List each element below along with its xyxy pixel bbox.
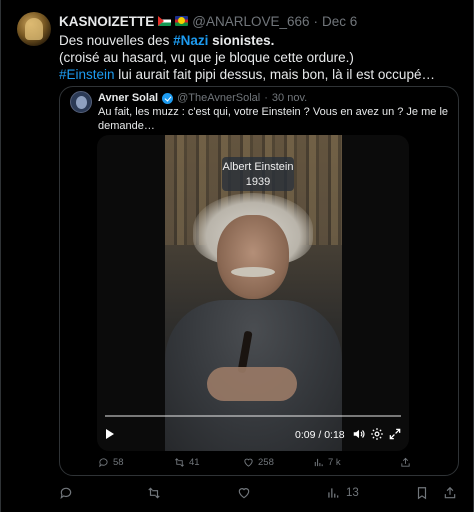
quoted-reply-button[interactable]: 58: [98, 457, 124, 468]
tweet-header: KASNOIZETTE @ANARLOVE_666 · Dec 6: [59, 12, 357, 30]
views-count: 13: [346, 487, 359, 499]
palestine-flag-icon: [158, 16, 172, 26]
video-frame: Albert Einstein 1939: [165, 135, 342, 451]
kanak-flag-icon: [175, 16, 189, 26]
bookmark-button[interactable]: [415, 486, 429, 500]
fullscreen-icon[interactable]: [388, 427, 402, 441]
quoted-author-handle[interactable]: @TheAvnerSolal: [177, 92, 260, 104]
quoted-views-count: 7 k: [328, 457, 341, 468]
quoted-like-count: 258: [258, 457, 274, 468]
hashtag-nazi[interactable]: #Nazi: [173, 33, 208, 48]
retweet-icon: [148, 487, 160, 499]
share-icon: [401, 457, 410, 467]
quoted-retweet-button[interactable]: 41: [174, 457, 200, 468]
verified-badge-icon: [162, 92, 174, 104]
video-time: 0:09 / 0:18: [295, 429, 345, 441]
hashtag-einstein[interactable]: #Einstein: [59, 67, 115, 82]
video-progress-bar[interactable]: [105, 415, 401, 417]
quoted-tweet[interactable]: Avner Solal @TheAvnerSolal · 30 nov. Au …: [59, 86, 459, 476]
quoted-share-button[interactable]: [400, 457, 411, 468]
tweet-text-line3: lui aurait fait pipi dessus, mais bon, l…: [114, 67, 435, 82]
tweet-actions: 13: [59, 486, 459, 502]
like-button[interactable]: [237, 486, 251, 500]
tweet-text: Des nouvelles des #Nazi sionistes. (croi…: [59, 32, 459, 83]
play-icon[interactable]: [106, 429, 114, 439]
reply-icon: [99, 458, 108, 468]
quoted-tweet-header: Avner Solal @TheAvnerSolal · 30 nov.: [98, 91, 307, 105]
video-caption-year: 1939: [245, 176, 271, 188]
views-button[interactable]: 13: [326, 486, 359, 500]
video-player[interactable]: Albert Einstein 1939 0:09 / 0:18: [97, 135, 409, 451]
quoted-reply-count: 58: [113, 457, 124, 468]
share-button[interactable]: [443, 486, 457, 500]
quoted-tweet-actions: 58 41 258 7 k: [98, 457, 418, 471]
share-icon: [444, 486, 456, 499]
heart-icon: [244, 458, 253, 467]
heart-icon: [238, 488, 250, 499]
quoted-retweet-count: 41: [189, 457, 200, 468]
retweet-icon: [175, 458, 184, 467]
views-chart-icon: [314, 458, 323, 467]
header-separator: ·: [313, 13, 319, 29]
tweet-text-bold: sionistes.: [208, 33, 275, 48]
quoted-tweet-date[interactable]: 30 nov.: [272, 92, 307, 104]
author-name[interactable]: KASNOIZETTE: [59, 14, 154, 29]
tweet-text-line2: (croisé au hasard, vu que je bloque cett…: [59, 50, 354, 65]
tweet[interactable]: KASNOIZETTE @ANARLOVE_666 · Dec 6 Des no…: [0, 0, 474, 512]
author-avatar[interactable]: [17, 12, 51, 46]
quoted-tweet-text: Au fait, les muzz : c'est qui, votre Ein…: [98, 106, 449, 132]
volume-icon[interactable]: [352, 427, 366, 441]
views-chart-icon: [328, 488, 339, 498]
reply-icon: [60, 487, 72, 500]
quoted-author-name[interactable]: Avner Solal: [98, 92, 158, 104]
tweet-text-line1: Des nouvelles des: [59, 33, 174, 48]
quoted-header-separator: ·: [264, 92, 268, 104]
author-handle[interactable]: @ANARLOVE_666: [192, 14, 309, 29]
quoted-like-button[interactable]: 258: [243, 457, 274, 468]
quoted-author-avatar[interactable]: [70, 91, 92, 113]
reply-button[interactable]: [59, 486, 73, 500]
video-caption: Albert Einstein 1939: [222, 157, 294, 191]
tweet-date[interactable]: Dec 6: [322, 14, 357, 29]
bookmark-icon: [417, 487, 427, 500]
video-caption-name: Albert Einstein: [222, 161, 294, 173]
settings-gear-icon[interactable]: [370, 427, 384, 441]
retweet-button[interactable]: [147, 486, 161, 500]
quoted-views-button[interactable]: 7 k: [313, 457, 341, 468]
